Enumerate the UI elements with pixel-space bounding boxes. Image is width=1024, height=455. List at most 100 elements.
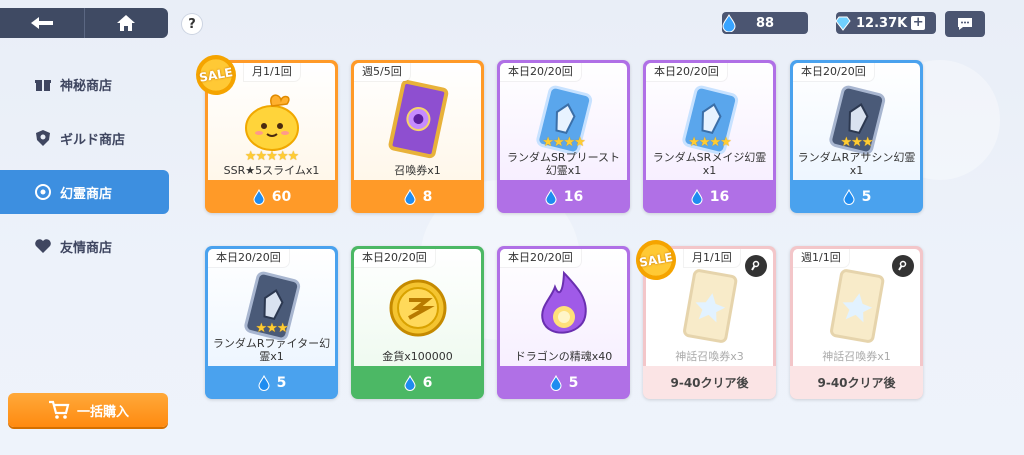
sidebar-item-label: ギルド商店 [60,132,126,148]
chat-button[interactable] [945,11,985,37]
spirit-icon [34,183,52,201]
price-value: 8 [422,188,433,205]
shop-card[interactable]: 本日20/20回 ドラゴンの精魂x40 5 [497,246,630,399]
gift-icon [34,75,52,93]
help-button[interactable]: ? [182,14,202,34]
card-body: 本日20/20回 ★★★★ ランダムSRメイジ幻霊x1 [646,63,773,180]
chat-icon [958,18,972,30]
water-drop-icon [253,188,265,205]
price-button[interactable]: 5 [497,366,630,399]
home-icon [117,15,136,31]
dragon-essence-icon [500,267,627,347]
item-name: 金貨x100000 [382,350,453,363]
back-button[interactable] [0,8,84,38]
price-button[interactable]: 6 [351,366,484,399]
card-body: 週1/1回 神話召喚券x1 [793,249,920,366]
price-value: 5 [568,374,579,391]
shop-card[interactable]: 本日20/20回 ★★★ ランダムRファイター幻霊x1 5 [205,246,338,399]
item-name: 召喚券x1 [394,164,441,177]
water-drop-icon [691,188,703,205]
purchase-limit: 本日20/20回 [646,63,727,81]
purchase-limit: 週5/5回 [354,63,410,81]
sidebar-item-spirit-shop[interactable]: 幻霊商店 [0,170,169,214]
mythic-ticket-icon [793,267,920,347]
cart-icon [49,400,70,419]
sidebar-item-label: 友情商店 [60,240,113,256]
home-button[interactable] [83,8,169,38]
price-button[interactable]: 16 [643,180,776,213]
guild-icon [34,129,52,147]
sidebar-item-mystery-shop[interactable]: 神秘商店 [0,62,175,106]
rarity-stars: ★★★★★ [244,149,299,164]
card-body: 本日20/20回 ★★★ ランダムRファイター幻霊x1 [208,249,335,366]
friend-icon [34,237,52,255]
shop-card[interactable]: 本日20/20回 金貨x100000 6 [351,246,484,399]
purchase-limit: 本日20/20回 [500,249,581,267]
purchase-limit: 本日20/20回 [208,249,289,267]
purchase-limit: 本日20/20回 [354,249,435,267]
rarity-stars: ★★★★ [688,135,732,150]
shop-card[interactable]: 週5/5回 召喚券x1 8 [351,60,484,213]
sidebar-item-label: 神秘商店 [60,78,113,94]
sidebar-item-friend-shop[interactable]: 友情商店 [0,224,175,268]
card-body: 本日20/20回 ★★★ ランダムRアサシン幻霊x1 [793,63,920,180]
water-drop-icon [550,374,562,391]
sidebar-item-guild-shop[interactable]: ギルド商店 [0,116,175,160]
price-button[interactable]: 16 [497,180,630,213]
price-button[interactable]: 60 [205,180,338,213]
add-gems-button[interactable]: + [911,16,926,30]
water-drop-icon [404,374,416,391]
item-name: ランダムRファイター幻霊x1 [212,337,331,363]
price-value: 6 [422,374,433,391]
shop-card-locked[interactable]: 週1/1回 神話召喚券x1 9-40クリア後 [790,246,923,399]
price-value: 16 [563,188,584,205]
item-name: ランダムRアサシン幻霊x1 [797,151,916,177]
unlock-condition: 9-40クリア後 [790,366,923,399]
item-name: ランダムSRメイジ幻霊x1 [652,151,767,177]
gem-icon [835,16,851,31]
purchase-limit: 月1/1回 [244,63,300,81]
bulk-buy-label: 一括購入 [76,404,129,420]
gem-currency: 12.37K + [835,12,936,34]
price-button[interactable]: 8 [351,180,484,213]
rarity-stars: ★★★ [255,321,289,336]
water-drop-icon [722,14,736,32]
rarity-stars: ★★★ [840,135,874,150]
water-drop-icon [258,374,270,391]
card-body: 本日20/20回 金貨x100000 [354,249,481,366]
gold-coin-icon [354,267,481,347]
item-name: 神話召喚券x3 [675,350,744,363]
mythic-ticket-icon [646,267,773,347]
unlock-condition-text: 9-40クリア後 [670,376,749,390]
water-drop-icon [545,188,557,205]
back-arrow-icon [30,17,53,29]
shop-card[interactable]: 本日20/20回 ★★★★ ランダムSRプリースト幻霊x1 16 [497,60,630,213]
shop-card[interactable]: 本日20/20回 ★★★★ ランダムSRメイジ幻霊x1 16 [643,60,776,213]
price-button[interactable]: 5 [205,366,338,399]
lock-icon [892,255,914,277]
water-drop-icon [404,188,416,205]
price-button[interactable]: 5 [790,180,923,213]
shop-sidebar: 神秘商店 ギルド商店 幻霊商店 友情商店 [0,62,175,278]
unlock-condition-text: 9-40クリア後 [817,376,896,390]
item-name: 神話召喚券x1 [822,350,891,363]
item-name: ドラゴンの精魂x40 [514,350,613,363]
sidebar-item-label: 幻霊商店 [60,186,113,202]
water-drop-icon [843,188,855,205]
card-body: 本日20/20回 ★★★★ ランダムSRプリースト幻霊x1 [500,63,627,180]
rarity-stars: ★★★★ [542,135,586,150]
purchase-limit: 週1/1回 [793,249,849,267]
purchase-limit: 月1/1回 [684,249,740,267]
spirit-currency: 88 [722,12,808,34]
card-body: 週5/5回 召喚券x1 [354,63,481,180]
shop-card[interactable]: 本日20/20回 ★★★ ランダムRアサシン幻霊x1 5 [790,60,923,213]
purchase-limit: 本日20/20回 [793,63,874,81]
price-value: 5 [861,188,872,205]
bulk-buy-button[interactable]: 一括購入 [8,393,168,427]
nav-buttons [0,8,168,38]
price-value: 60 [271,188,292,205]
spirit-count: 88 [756,15,775,31]
summon-ticket-icon [354,79,481,161]
item-name: SSR★5スライムx1 [223,164,320,177]
price-value: 16 [709,188,730,205]
